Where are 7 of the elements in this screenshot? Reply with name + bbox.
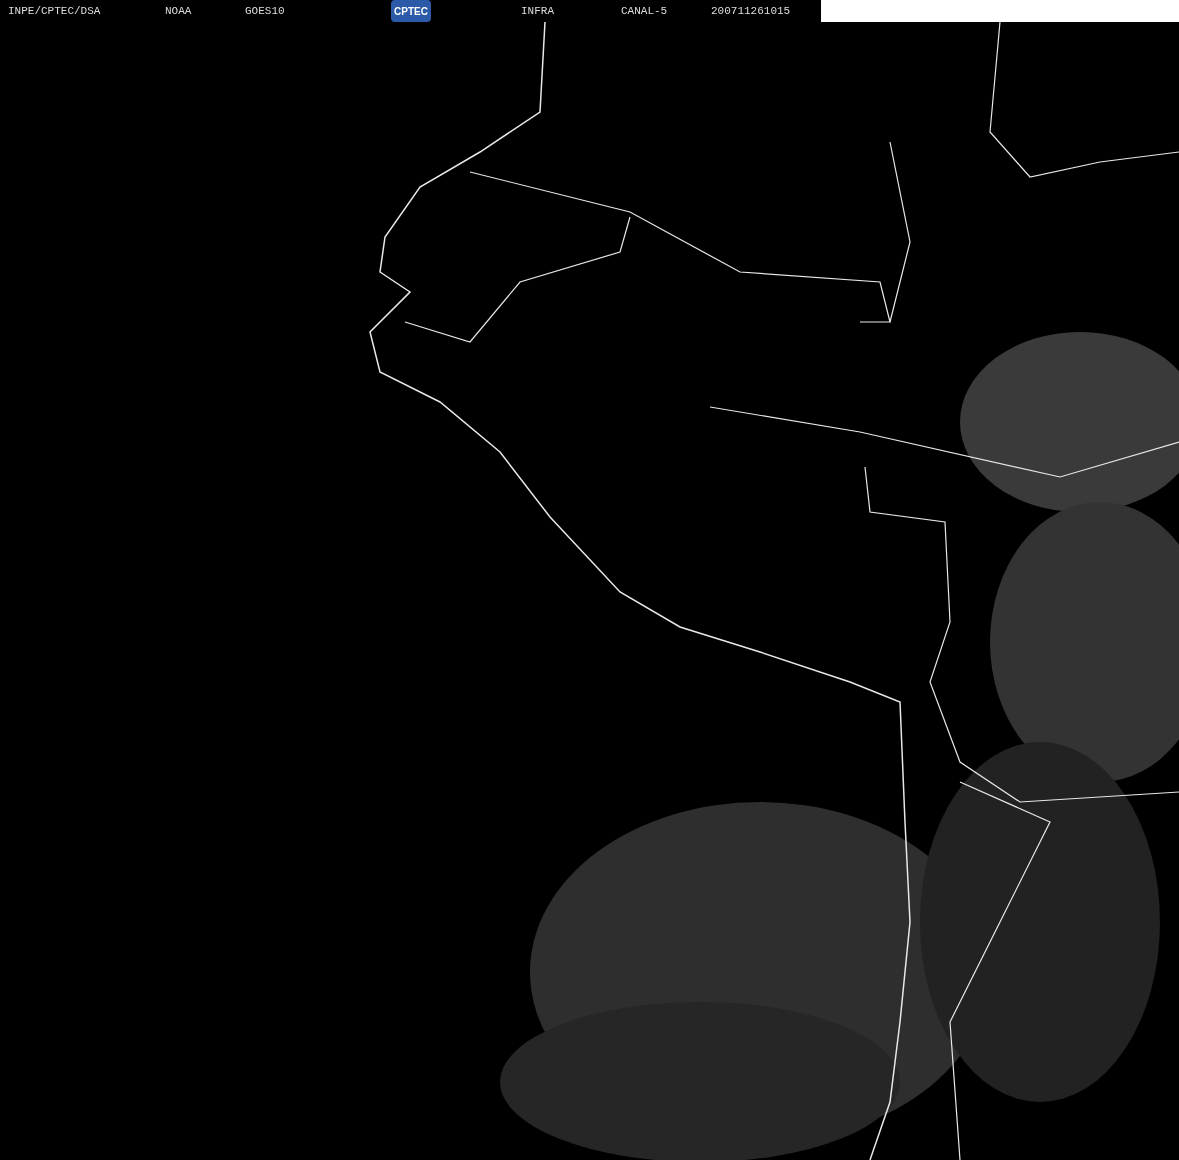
header-label: GOES10 bbox=[245, 4, 285, 18]
header-label: 200711261015 bbox=[711, 4, 791, 18]
header-label: NOAA bbox=[165, 4, 192, 18]
logo: CPTEC bbox=[391, 0, 431, 22]
header-label: INPE/CPTEC/DSA bbox=[8, 4, 101, 18]
header-label: CANAL-5 bbox=[621, 4, 668, 18]
header-label: INFRA bbox=[521, 4, 554, 18]
